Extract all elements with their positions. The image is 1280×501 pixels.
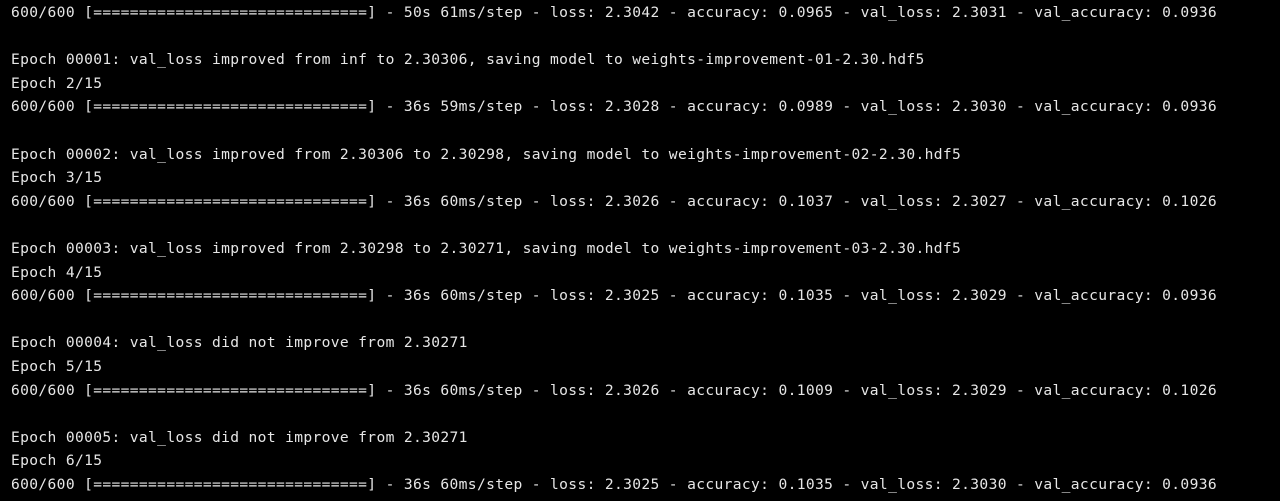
epoch-line: Epoch 5/15: [11, 357, 103, 375]
epoch-line: Epoch 6/15: [11, 452, 103, 470]
checkpoint-line: Epoch 00002: val_loss improved from 2.30…: [11, 145, 962, 163]
checkpoint-line: Epoch 00005: val_loss did not improve fr…: [11, 428, 468, 446]
epoch-line: Epoch 3/15: [11, 169, 103, 187]
progress-line: 600/600 [==============================]…: [11, 475, 1217, 493]
progress-line: 600/600 [==============================]…: [11, 4, 1217, 21]
progress-line: 600/600 [==============================]…: [11, 287, 1217, 305]
progress-line: 600/600 [==============================]…: [11, 192, 1217, 210]
epoch-line: Epoch 4/15: [11, 263, 103, 281]
epoch-line: Epoch 2/15: [11, 74, 103, 92]
terminal-output: 600/600 [==============================]…: [0, 0, 1280, 501]
checkpoint-line: Epoch 00003: val_loss improved from 2.30…: [11, 239, 962, 257]
checkpoint-line: Epoch 00001: val_loss improved from inf …: [11, 51, 925, 69]
progress-line: 600/600 [==============================]…: [11, 381, 1217, 399]
progress-line: 600/600 [==============================]…: [11, 98, 1217, 116]
checkpoint-line: Epoch 00004: val_loss did not improve fr…: [11, 334, 468, 352]
